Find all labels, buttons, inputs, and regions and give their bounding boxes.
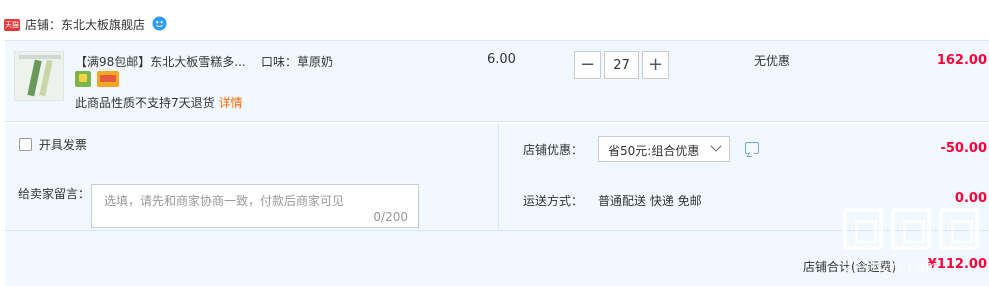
invoice-checkbox[interactable]: 开具发票 xyxy=(19,136,87,152)
shop-promo-select[interactable]: 省50元:组合优惠 xyxy=(598,136,730,162)
shipping-label: 运送方式： xyxy=(523,194,584,208)
shop-total-label: 店铺合计(含运费) xyxy=(803,260,897,274)
shipping-method: 普通配送 快递 免邮 xyxy=(598,194,702,208)
product-title[interactable]: 【满98包邮】东北大板雪糕多... xyxy=(75,53,246,70)
shop-promo-label: 店铺优惠： xyxy=(523,143,584,157)
return-policy-text: 此商品性质不支持7天退货 xyxy=(75,96,215,110)
memo-char-count: 0/200 xyxy=(373,210,408,224)
shipping-amount: 0.00 xyxy=(954,191,987,206)
shop-label: 店铺： xyxy=(25,18,62,32)
invoice-label[interactable]: 开具发票 xyxy=(39,136,87,153)
tmall-badge-icon: 天猫 xyxy=(4,19,20,31)
service-guarantee-icon[interactable] xyxy=(75,71,91,87)
shop-promo-value: 省50元:组合优惠 xyxy=(608,144,700,158)
comment-icon[interactable] xyxy=(745,142,759,154)
shop-promo-amount: -50.00 xyxy=(940,141,987,156)
quantity-input[interactable] xyxy=(604,51,639,79)
footer-divider xyxy=(498,124,499,230)
order-footer: 开具发票 给卖家留言： 选填，请先和商家协商一致，付款后商家可见 0/200 店… xyxy=(5,124,989,286)
quantity-decrease-button[interactable]: − xyxy=(574,51,601,79)
quantity-increase-button[interactable]: + xyxy=(642,51,669,79)
cart-item-row: 【满98包邮】东北大板雪糕多... 此商品性质不支持7天退货 详情 口味：草原奶 … xyxy=(5,40,989,122)
memo-placeholder: 选填，请先和商家协商一致，付款后商家可见 xyxy=(104,194,345,208)
memo-textarea[interactable]: 选填，请先和商家协商一致，付款后商家可见 0/200 xyxy=(91,184,419,228)
shop-name-text[interactable]: 东北大板旗舰店 xyxy=(61,18,145,32)
shop-header: 天猫 店铺：东北大板旗舰店 xyxy=(0,0,989,40)
footer-divider xyxy=(5,230,989,231)
checkbox-icon[interactable] xyxy=(19,138,32,151)
unit-price: 6.00 xyxy=(487,52,516,67)
credit-card-icon[interactable] xyxy=(97,71,119,87)
product-sku: 口味：草原奶 xyxy=(261,55,334,69)
product-thumbnail[interactable] xyxy=(14,51,64,101)
detail-link[interactable]: 详情 xyxy=(219,96,243,110)
item-discount: 无优惠 xyxy=(754,54,791,68)
memo-label: 给卖家留言： xyxy=(18,187,91,201)
shop-name[interactable]: 店铺：东北大板旗舰店 xyxy=(25,16,145,33)
item-subtotal: 162.00 xyxy=(936,53,987,68)
return-policy-note: 此商品性质不支持7天退货 详情 xyxy=(75,94,243,111)
shop-total-amount: ¥112.00 xyxy=(927,257,987,272)
chevron-down-icon xyxy=(710,140,722,152)
wangwang-chat-icon[interactable] xyxy=(152,16,167,31)
